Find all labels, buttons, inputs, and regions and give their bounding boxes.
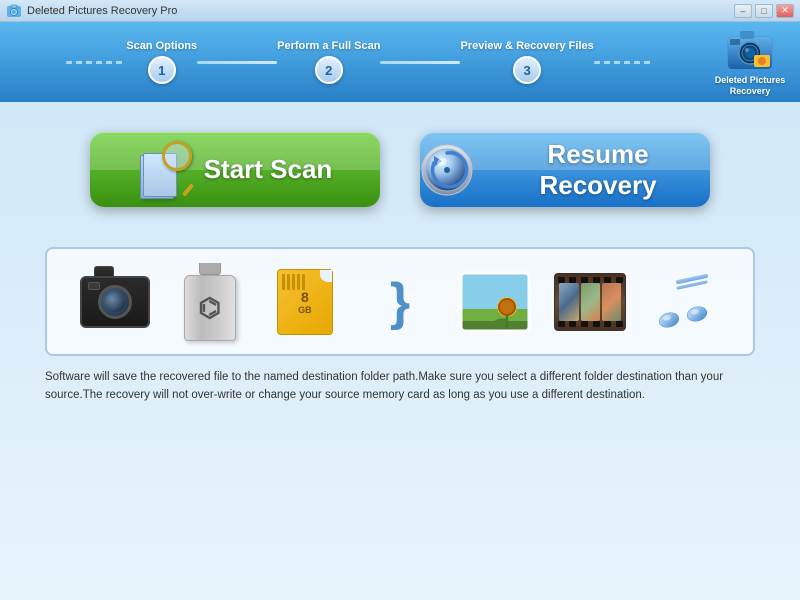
film-hole <box>581 277 588 283</box>
scan-button-label: Start Scan <box>204 154 333 185</box>
start-scan-button[interactable]: Start Scan <box>90 132 380 207</box>
window-controls: – □ ✕ <box>734 4 794 18</box>
film-hole <box>616 277 623 283</box>
footer-description: Software will save the recovered file to… <box>45 368 755 405</box>
camera-lens-inner <box>105 292 125 312</box>
logo-icon <box>724 27 776 73</box>
title-bar-left: Deleted Pictures Recovery Pro <box>6 3 177 19</box>
film-hole <box>569 321 576 327</box>
film-hole <box>558 277 565 283</box>
step-3-label: Preview & Recovery Files <box>460 40 593 52</box>
logo-box: Deleted PicturesRecovery <box>710 27 790 97</box>
minimize-button[interactable]: – <box>734 4 752 18</box>
photo-graphic <box>459 271 531 333</box>
film-hole <box>581 321 588 327</box>
wizard-steps: Scan Options 1 Perform a Full Scan 2 Pre… <box>20 40 780 84</box>
film-hole <box>593 321 600 327</box>
film-holes-top <box>555 277 625 283</box>
sd-line-3 <box>292 274 295 290</box>
step-line-right <box>594 61 654 64</box>
camera-icon-item <box>75 264 155 339</box>
film-frame-2 <box>581 283 600 321</box>
usb-symbol: ⌬ <box>198 292 221 323</box>
step-1-circle: 1 <box>148 56 176 84</box>
sdcard-size: 8 <box>301 289 309 305</box>
sdcard-body: 8 GB <box>277 269 333 335</box>
step-3: Preview & Recovery Files 3 <box>460 40 593 84</box>
step-2-circle: 2 <box>315 56 343 84</box>
step-2-label: Perform a Full Scan <box>277 40 380 52</box>
film-icon-item <box>550 264 630 339</box>
step-2: Perform a Full Scan 2 <box>277 40 380 84</box>
sdcard-lines <box>282 274 305 290</box>
icons-panel: ⌬ 8 GB } <box>45 247 755 356</box>
step-3-circle: 3 <box>513 56 541 84</box>
step-container: Scan Options 1 Perform a Full Scan 2 Pre… <box>66 40 654 84</box>
usb-graphic: ⌬ <box>184 263 236 341</box>
camera-flash <box>88 282 100 290</box>
photo-icon-item <box>455 264 535 339</box>
title-bar: Deleted Pictures Recovery Pro – □ ✕ <box>0 0 800 22</box>
step-line-left <box>66 61 126 64</box>
step-1: Scan Options 1 <box>126 40 197 84</box>
logo-text: Deleted PicturesRecovery <box>715 75 786 97</box>
sd-line-2 <box>287 274 290 290</box>
sd-line-4 <box>297 274 300 290</box>
step-2-number: 2 <box>325 63 332 78</box>
resume-icon <box>420 143 474 197</box>
film-frame-1 <box>559 283 578 321</box>
maximize-button[interactable]: □ <box>755 4 773 18</box>
sdcard-notch <box>320 270 332 282</box>
step-1-number: 1 <box>158 63 165 78</box>
film-hole <box>604 277 611 283</box>
step-3-number: 3 <box>523 63 530 78</box>
camera-lens <box>98 285 132 319</box>
app-title: Deleted Pictures Recovery Pro <box>27 5 177 17</box>
film-hole <box>558 321 565 327</box>
film-hole <box>616 321 623 327</box>
sdcard-icon-item: 8 GB <box>265 264 345 339</box>
sdcard-unit: GB <box>298 305 312 315</box>
sd-line-5 <box>302 274 305 290</box>
film-body <box>554 273 626 331</box>
music-graphic <box>651 268 719 336</box>
film-holes-bottom <box>555 321 625 327</box>
resume-recovery-button[interactable]: Resume Recovery <box>420 132 710 207</box>
camera-bump <box>94 266 114 276</box>
step-line-1-2 <box>197 61 277 64</box>
wizard-bar: Scan Options 1 Perform a Full Scan 2 Pre… <box>0 22 800 102</box>
magnifier-handle <box>182 183 194 196</box>
camera-graphic <box>80 276 150 328</box>
scan-icon <box>138 141 192 199</box>
usb-connector <box>199 263 221 275</box>
camera-body <box>80 276 150 328</box>
resume-button-label: Resume Recovery <box>486 139 710 201</box>
main-content: Start Scan <box>0 102 800 600</box>
bracket-icon-item: } <box>360 264 440 339</box>
buttons-row: Start Scan <box>90 132 710 207</box>
step-1-label: Scan Options <box>126 40 197 52</box>
bracket-symbol: } <box>390 276 410 328</box>
film-hole <box>604 321 611 327</box>
usb-body: ⌬ <box>184 275 236 341</box>
usb-icon-item: ⌬ <box>170 264 250 339</box>
sd-line-1 <box>282 274 285 290</box>
film-hole <box>593 277 600 283</box>
film-hole <box>569 277 576 283</box>
music-icon-item <box>645 264 725 339</box>
app-icon <box>6 3 22 19</box>
step-line-2-3 <box>380 61 460 64</box>
magnifier-glass <box>162 141 192 171</box>
close-button[interactable]: ✕ <box>776 4 794 18</box>
film-frame-3 <box>602 283 621 321</box>
